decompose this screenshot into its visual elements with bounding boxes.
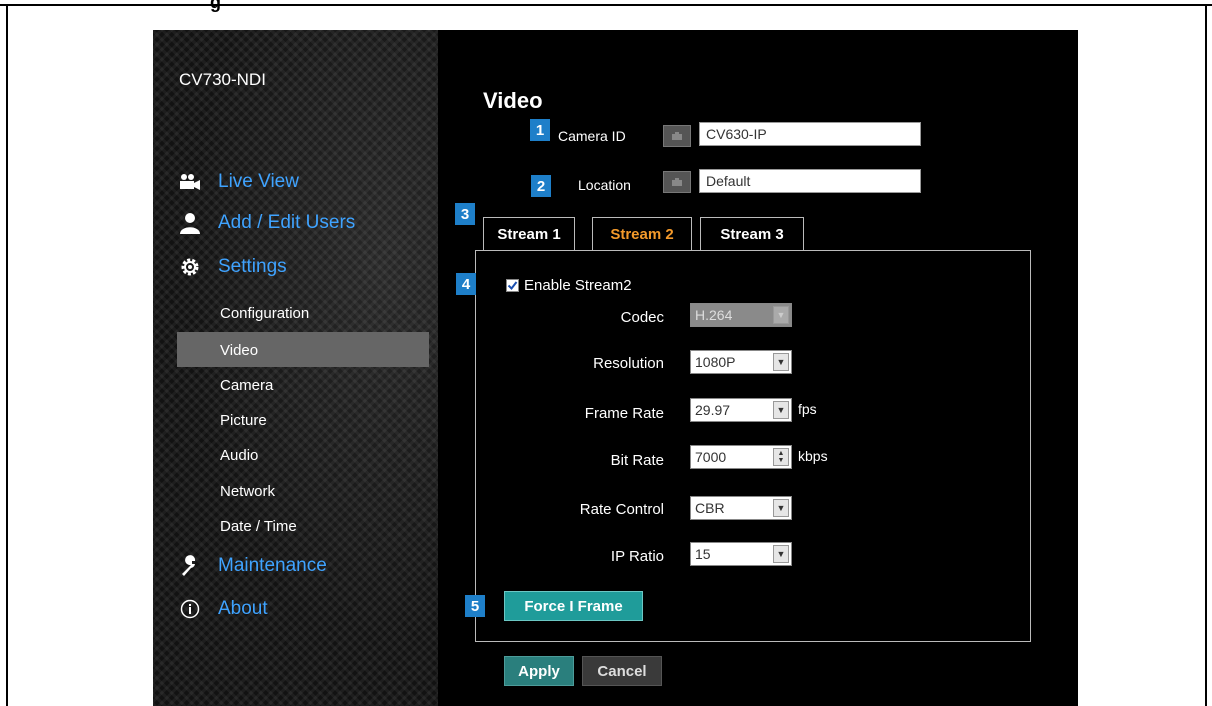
callout-badge-3: 3	[455, 203, 475, 225]
document-frame-right	[1205, 4, 1207, 706]
wrench-icon	[178, 554, 202, 578]
sidebar-item-network[interactable]: Network	[220, 483, 275, 500]
codec-value: H.264	[695, 307, 733, 323]
info-icon	[178, 597, 202, 621]
location-edit-button[interactable]	[663, 171, 691, 193]
callout-badge-5: 5	[465, 595, 485, 617]
user-icon	[178, 211, 202, 235]
sidebar-item-audio[interactable]: Audio	[220, 447, 258, 464]
sidebar: CV730-NDI Live View Add / Edit Users Set…	[153, 30, 438, 706]
bit-rate-input[interactable]: 7000 ▲ ▼	[690, 445, 792, 469]
sidebar-item-video[interactable]: Video	[220, 342, 258, 359]
callout-badge-1: 1	[530, 119, 550, 141]
callout-badge-2: 2	[531, 175, 551, 197]
bit-rate-unit: kbps	[798, 448, 828, 464]
camera-small-icon	[672, 178, 682, 186]
enable-stream-label: Enable Stream2	[524, 277, 632, 294]
frame-rate-value: 29.97	[695, 402, 731, 418]
frame-rate-unit: fps	[798, 401, 817, 417]
camera-id-label: Camera ID	[558, 128, 626, 144]
cancel-button[interactable]: Cancel	[582, 656, 662, 686]
nav-maintenance-label: Maintenance	[218, 555, 327, 576]
rate-control-value: CBR	[695, 500, 725, 516]
callout-badge-4: 4	[456, 273, 476, 295]
nav-add-edit-users[interactable]: Add / Edit Users	[178, 211, 355, 235]
ip-ratio-value: 15	[695, 546, 711, 562]
chevron-down-icon: ▼	[773, 306, 789, 324]
video-camera-icon	[178, 170, 202, 194]
bit-rate-label: Bit Rate	[610, 452, 664, 469]
document-heading-fragment: g	[210, 0, 221, 12]
rate-control-select[interactable]: CBR ▼	[690, 496, 792, 520]
location-label: Location	[578, 177, 631, 193]
checkmark-icon	[507, 281, 518, 291]
nav-settings[interactable]: Settings	[178, 255, 287, 279]
device-name: CV730-NDI	[179, 70, 266, 89]
chevron-down-icon: ▼	[773, 353, 789, 371]
sidebar-item-date-time[interactable]: Date / Time	[220, 518, 297, 535]
frame-rate-select[interactable]: 29.97 ▼	[690, 398, 792, 422]
enable-stream-checkbox[interactable]	[506, 279, 519, 292]
nav-about[interactable]: About	[178, 597, 268, 621]
resolution-select[interactable]: 1080P ▼	[690, 350, 792, 374]
camera-id-input[interactable]	[699, 122, 921, 146]
codec-select: H.264 ▼	[690, 303, 792, 327]
chevron-down-icon: ▼	[773, 499, 789, 517]
codec-label: Codec	[620, 309, 664, 326]
resolution-value: 1080P	[695, 354, 736, 370]
chevron-down-icon: ▼	[773, 401, 789, 419]
rate-control-label: Rate Control	[579, 501, 664, 518]
camera-web-ui: CV730-NDI Live View Add / Edit Users Set…	[153, 30, 1078, 706]
ip-ratio-select[interactable]: 15 ▼	[690, 542, 792, 566]
gear-icon	[178, 255, 202, 279]
apply-button[interactable]: Apply	[504, 656, 574, 686]
ip-ratio-label: IP Ratio	[610, 548, 664, 565]
tab-stream-2[interactable]: Stream 2	[592, 217, 692, 250]
nav-settings-label: Settings	[218, 256, 287, 277]
frame-rate-label: Frame Rate	[584, 405, 664, 422]
camera-small-icon	[672, 132, 682, 140]
bit-rate-value: 7000	[695, 449, 727, 465]
sidebar-item-camera[interactable]: Camera	[220, 377, 273, 394]
tab-stream-1[interactable]: Stream 1	[483, 217, 575, 250]
nav-live-view[interactable]: Live View	[178, 170, 299, 194]
nav-add-edit-users-label: Add / Edit Users	[218, 212, 356, 233]
document-frame-top	[0, 4, 1212, 6]
resolution-label: Resolution	[593, 355, 664, 372]
nav-maintenance[interactable]: Maintenance	[178, 554, 327, 578]
location-input[interactable]	[699, 169, 921, 193]
nav-about-label: About	[218, 598, 268, 619]
camera-id-edit-button[interactable]	[663, 125, 691, 147]
tab-stream-3[interactable]: Stream 3	[700, 217, 804, 250]
document-frame-left	[6, 4, 8, 706]
sidebar-item-configuration[interactable]: Configuration	[220, 305, 309, 322]
page-title: Video	[483, 88, 543, 113]
stream-settings-panel: 4 Enable Stream2 Codec H.264 ▼ Resolutio…	[456, 250, 1031, 642]
force-iframe-button[interactable]: Force I Frame	[504, 591, 643, 621]
chevron-down-icon: ▼	[773, 545, 789, 563]
sidebar-item-picture[interactable]: Picture	[220, 412, 267, 429]
active-item-highlight	[177, 332, 429, 367]
spinner-icon[interactable]: ▲ ▼	[773, 448, 789, 466]
nav-live-view-label: Live View	[218, 171, 299, 192]
